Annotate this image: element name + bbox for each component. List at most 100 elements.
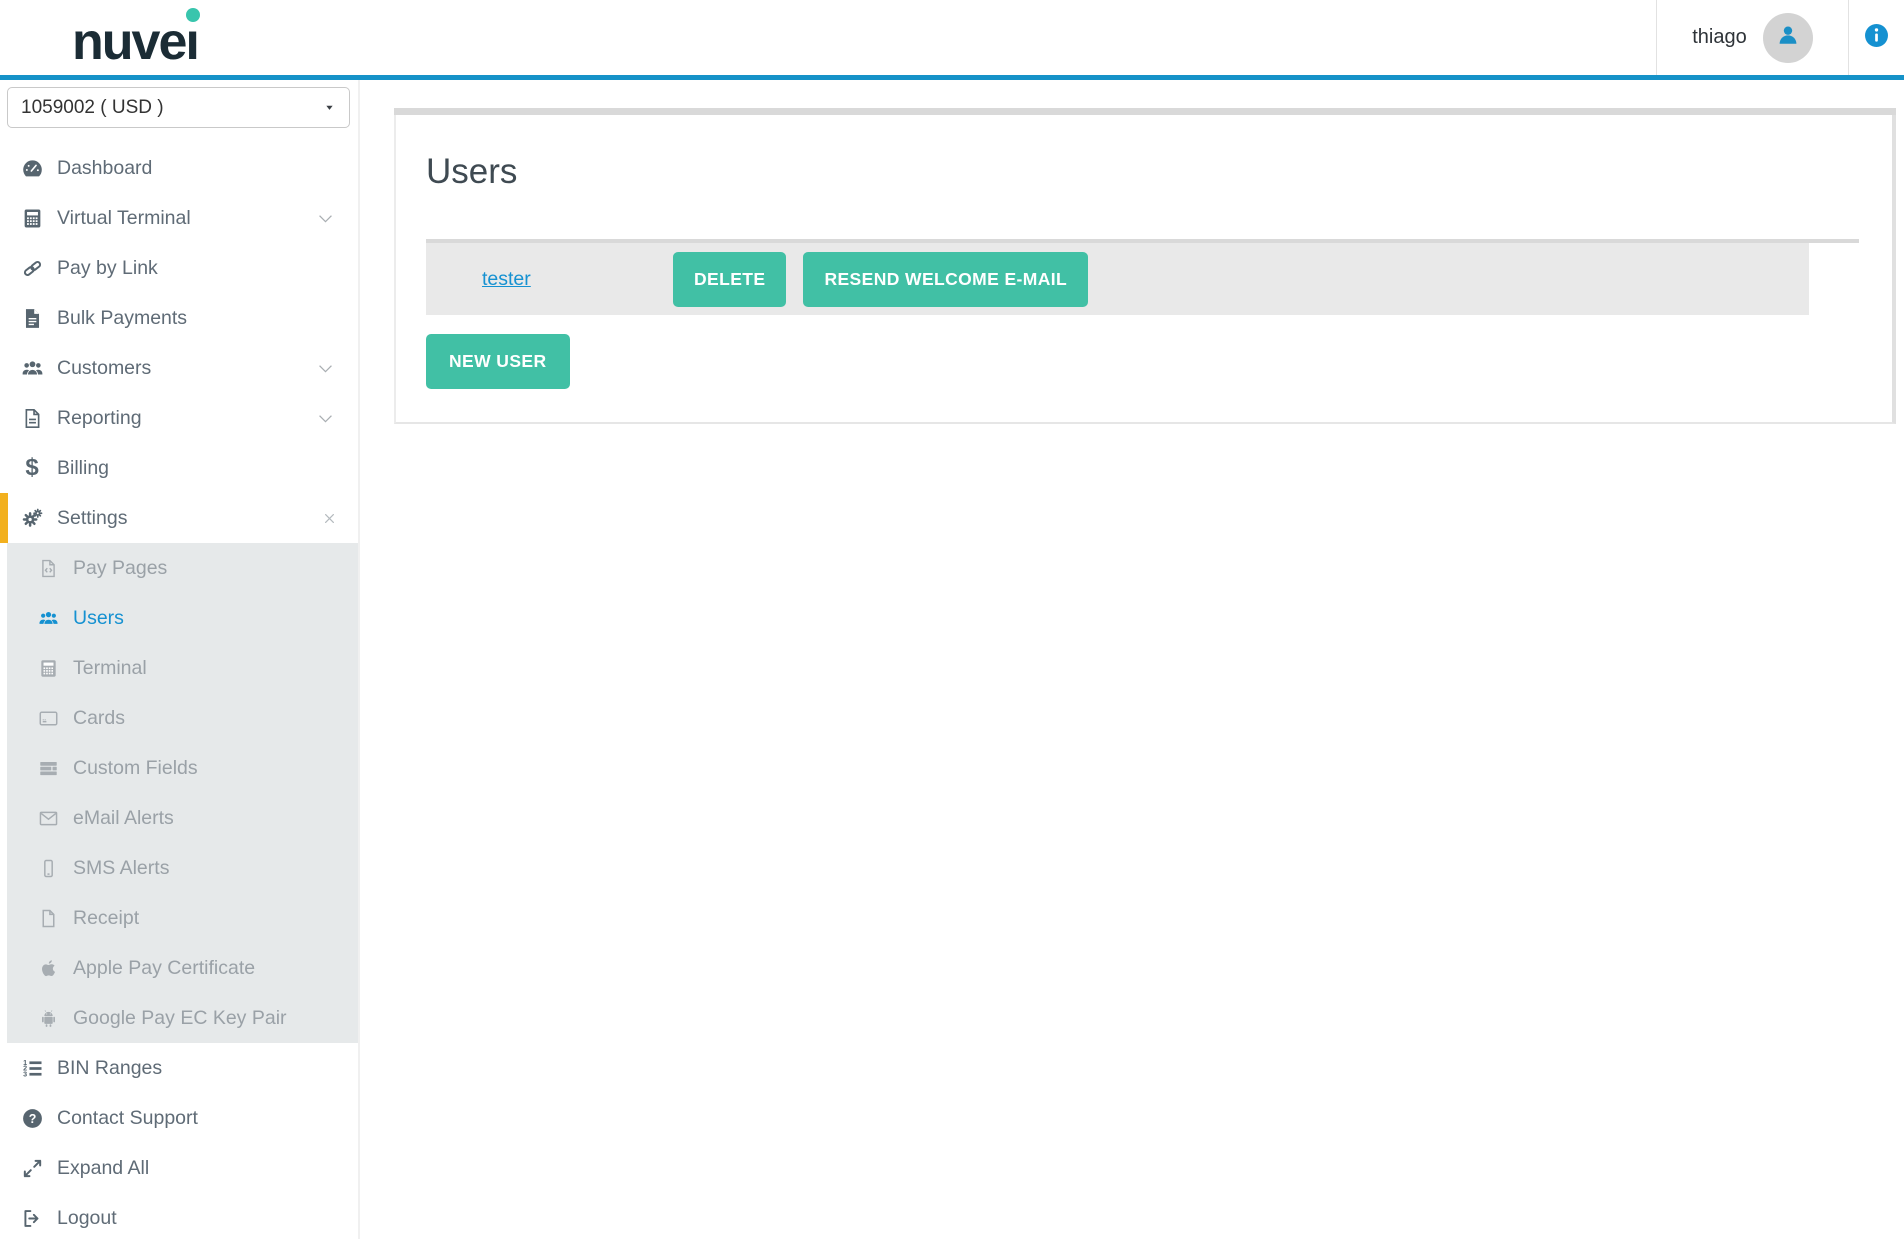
sidebar-item-email-alerts[interactable]: eMail Alerts (7, 793, 358, 843)
user-name-cell: tester (482, 268, 673, 291)
account-selector-value: 1059002 ( USD ) (21, 97, 164, 119)
logout-icon (20, 1206, 44, 1230)
sidebar-item-custom-fields[interactable]: Custom Fields (7, 743, 358, 793)
sidebar-item-label: Apple Pay Certificate (73, 957, 255, 980)
settings-submenu: Pay Pages Users Terminal Cards Custom Fields… (7, 543, 358, 1043)
page-title: Users (426, 151, 1892, 193)
user-link[interactable]: tester (482, 268, 531, 290)
sidebar-item-receipt[interactable]: Receipt (7, 893, 358, 943)
envelope-icon (36, 806, 60, 830)
credit-card-icon (36, 706, 60, 730)
new-user-button[interactable]: NEW USER (426, 334, 570, 389)
delete-button[interactable]: DELETE (673, 252, 786, 307)
sidebar-item-expand-all[interactable]: Expand All (0, 1143, 358, 1193)
sidebar-item-label: Expand All (57, 1157, 149, 1180)
account-selector[interactable]: 1059002 ( USD ) (7, 87, 350, 128)
app-header: nuveı thiago (0, 0, 1904, 80)
sidebar-item-sms-alerts[interactable]: SMS Alerts (7, 843, 358, 893)
sidebar-item-cards[interactable]: Cards (7, 693, 358, 743)
sidebar-item-label: eMail Alerts (73, 807, 174, 830)
sidebar-item-billing[interactable]: $ Billing (0, 443, 358, 493)
expand-icon (20, 1156, 44, 1180)
chevron-down-icon (316, 409, 335, 428)
file-code-icon (36, 556, 60, 580)
ordered-list-icon: 123 (20, 1056, 44, 1080)
dashboard-icon (20, 156, 44, 180)
sidebar-item-bin-ranges[interactable]: 123 BIN Ranges (0, 1043, 358, 1093)
user-menu[interactable]: thiago (1656, 0, 1848, 75)
sidebar: 1059002 ( USD ) Dashboard Virtual Termina… (0, 80, 360, 1239)
users-icon (20, 356, 44, 380)
link-icon (20, 256, 44, 280)
info-button[interactable] (1848, 0, 1904, 75)
sidebar-item-label: Contact Support (57, 1107, 198, 1130)
nuvei-logo: nuveı (72, 16, 198, 68)
sidebar-item-label: Settings (57, 507, 127, 530)
question-circle-icon: ? (20, 1106, 44, 1130)
sidebar-item-label: Terminal (73, 657, 147, 680)
resend-welcome-email-button[interactable]: RESEND WELCOME E-MAIL (803, 252, 1088, 307)
sidebar-item-label: Billing (57, 457, 109, 480)
sidebar-item-label: Logout (57, 1207, 117, 1230)
person-icon (1774, 21, 1802, 54)
sidebar-item-reporting[interactable]: Reporting (0, 393, 358, 443)
sidebar-item-label: Cards (73, 707, 125, 730)
sidebar-item-label: Reporting (57, 407, 142, 430)
sidebar-item-logout[interactable]: Logout (0, 1193, 358, 1243)
logo-dot-icon (186, 8, 200, 22)
sidebar-item-label: Dashboard (57, 157, 152, 180)
file-filled-icon (20, 306, 44, 330)
bottom-nav: 123 BIN Ranges? Contact Support Expand All L… (0, 1043, 358, 1243)
sidebar-item-pay-by-link[interactable]: Pay by Link (0, 243, 358, 293)
sidebar-item-label: Google Pay EC Key Pair (73, 1007, 287, 1030)
sidebar-item-label: Pay Pages (73, 557, 167, 580)
apple-icon (36, 956, 60, 980)
sidebar-item-label: Customers (57, 357, 151, 380)
sidebar-item-pay-pages[interactable]: Pay Pages (7, 543, 358, 593)
users-icon (36, 606, 60, 630)
sidebar-item-contact-support[interactable]: ? Contact Support (0, 1093, 358, 1143)
chevron-down-icon (316, 359, 335, 378)
sidebar-item-terminal[interactable]: Terminal (7, 643, 358, 693)
caret-down-icon (323, 101, 336, 114)
close-icon[interactable] (321, 510, 338, 527)
sidebar-item-label: Bulk Payments (57, 307, 187, 330)
sidebar-item-apple-pay-certificate[interactable]: Apple Pay Certificate (7, 943, 358, 993)
user-row: tester DELETE RESEND WELCOME E-MAIL (426, 243, 1809, 315)
users-table: tester DELETE RESEND WELCOME E-MAIL (426, 239, 1859, 315)
dollar-icon: $ (20, 456, 44, 480)
sidebar-item-users[interactable]: Users (7, 593, 358, 643)
sidebar-item-label: SMS Alerts (73, 857, 169, 880)
username: thiago (1692, 26, 1747, 49)
calculator-icon (20, 206, 44, 230)
logo-text: nuve (72, 13, 185, 71)
sidebar-item-customers[interactable]: Customers (0, 343, 358, 393)
calculator-icon (36, 656, 60, 680)
sidebar-item-bulk-payments[interactable]: Bulk Payments (0, 293, 358, 343)
sidebar-item-label: Virtual Terminal (57, 207, 191, 230)
sidebar-item-dashboard[interactable]: Dashboard (0, 143, 358, 193)
sidebar-item-google-pay-ec-key-pair[interactable]: Google Pay EC Key Pair (7, 993, 358, 1043)
android-icon (36, 1006, 60, 1030)
avatar (1763, 13, 1813, 63)
chevron-down-icon (316, 209, 335, 228)
sidebar-item-label: Pay by Link (57, 257, 158, 280)
mobile-icon (36, 856, 60, 880)
header-right: thiago (1656, 0, 1904, 75)
sidebar-item-virtual-terminal[interactable]: Virtual Terminal (0, 193, 358, 243)
gears-icon (20, 506, 44, 530)
sidebar-item-label: Custom Fields (73, 757, 198, 780)
sidebar-item-label: Receipt (73, 907, 139, 930)
main-nav: Dashboard Virtual Terminal Pay by Link Bulk… (0, 143, 358, 543)
info-icon (1863, 22, 1890, 54)
file-blank-icon (36, 906, 60, 930)
rows-icon (36, 756, 60, 780)
card-top-bar (394, 108, 1896, 115)
svg-text:?: ? (28, 1111, 36, 1125)
sidebar-item-settings[interactable]: Settings (0, 493, 358, 543)
users-card: Users tester DELETE RESEND WELCOME E-MAI… (394, 108, 1896, 424)
sidebar-item-label: Users (73, 607, 124, 630)
sidebar-item-label: BIN Ranges (57, 1057, 162, 1080)
svg-text:3: 3 (23, 1070, 27, 1078)
file-lines-icon (20, 406, 44, 430)
